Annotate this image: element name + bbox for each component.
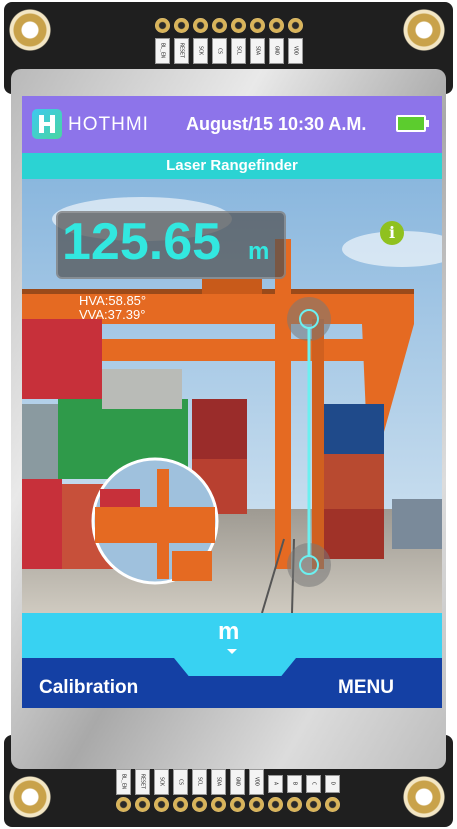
mount-hole-top-right	[402, 8, 446, 52]
pin-label: SCL	[192, 769, 207, 795]
mount-hole-top-left	[8, 8, 52, 52]
menu-button[interactable]: MENU	[338, 677, 394, 699]
pin-label: GND	[269, 38, 284, 64]
pin-label: GND	[230, 769, 245, 795]
pin-label: RESET	[174, 38, 189, 64]
pin-label: C	[306, 775, 321, 793]
pin-row-top	[155, 18, 303, 33]
pin-label: SCL	[231, 38, 246, 64]
page-title: Laser Rangefinder	[22, 153, 442, 179]
pin-label: CS	[173, 769, 188, 795]
lcd-screen: HOTHMI August/15 10:30 A.M. Laser Rangef…	[22, 96, 442, 708]
pin-label: RESET	[135, 769, 150, 795]
hva-readout: HVA:58.85°	[79, 293, 147, 308]
battery-icon	[396, 115, 429, 132]
pin-label: SDA	[250, 38, 265, 64]
pin-label: VDD	[249, 769, 264, 795]
pin-label: SCK	[193, 38, 208, 64]
pin-label: SDA	[211, 769, 226, 795]
pin-label: CS	[212, 38, 227, 64]
pin-row-bottom	[116, 797, 340, 812]
brand-logo-icon	[32, 109, 62, 139]
pin-label: D	[325, 775, 340, 793]
brand-name: HOTHMI	[68, 114, 149, 135]
pin-label: B	[287, 775, 302, 793]
pin-label: SCK	[154, 769, 169, 795]
distance-value: 125.65	[62, 213, 222, 271]
mount-hole-bottom-right	[402, 775, 446, 819]
unit-selector-button[interactable]: m	[218, 618, 239, 646]
date-time: August/15 10:30 A.M.	[186, 114, 367, 134]
unit-tab	[174, 658, 296, 676]
info-icon[interactable]: i	[380, 221, 404, 245]
pin-label: VDD	[288, 38, 303, 64]
calibration-button[interactable]: Calibration	[39, 677, 138, 699]
pin-label: BL_EN	[116, 769, 131, 795]
distance-unit: m	[248, 238, 270, 265]
mount-hole-bottom-left	[8, 775, 52, 819]
pin-label: BL_EN	[155, 38, 170, 64]
pin-label: A	[268, 775, 283, 793]
vva-readout: VVA:37.39°	[79, 307, 146, 322]
chevron-down-icon[interactable]	[227, 649, 237, 654]
